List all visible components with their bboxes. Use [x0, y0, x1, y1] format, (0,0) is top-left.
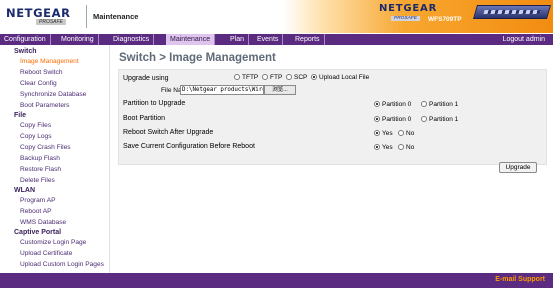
prosafe-badge: PROSAFE: [36, 19, 66, 25]
sidebar-section-file: File: [14, 112, 27, 119]
boot-partition-label: Boot Partition: [123, 115, 166, 122]
footer: E-mail Support: [0, 273, 553, 288]
upgrade-button[interactable]: Upgrade: [499, 162, 537, 173]
partition-to-upgrade-label: Partition to Upgrade: [123, 100, 186, 107]
upgrade-partition-0-radio[interactable]: [374, 101, 380, 107]
nav-configuration[interactable]: Configuration: [0, 34, 51, 45]
sidebar-item-boot-parameters[interactable]: Boot Parameters: [20, 102, 69, 109]
save-config-no-option[interactable]: No: [398, 144, 414, 151]
reboot-yes-option[interactable]: Yes: [374, 130, 393, 137]
sidebar-item-customize-login-page[interactable]: Customize Login Page: [20, 239, 86, 246]
sidebar-item-backup-flash[interactable]: Backup Flash: [20, 155, 60, 162]
sidebar-item-wms-database[interactable]: WMS Database: [20, 219, 66, 226]
scp-label: SCP: [294, 74, 308, 81]
upgrade-partition-0-label: Partition 0: [382, 101, 412, 108]
sidebar-item-copy-files[interactable]: Copy Files: [20, 122, 51, 129]
sidebar-item-upload-custom-login-pages[interactable]: Upload Custom Login Pages: [20, 261, 104, 268]
upgrade-partition-1-option[interactable]: Partition 1: [421, 101, 458, 108]
reboot-no-option[interactable]: No: [398, 130, 414, 137]
upgrade-using-label: Upgrade using: [123, 75, 169, 82]
logout-link[interactable]: Logout admin: [503, 34, 545, 45]
sidebar-item-upload-certificate[interactable]: Upload Certificate: [20, 250, 72, 257]
file-path-input[interactable]: D:\Netgear products\Wire: [180, 85, 264, 95]
sidebar-section-switch: Switch: [14, 48, 37, 55]
boot-partition-1-label: Partition 1: [429, 116, 459, 123]
upgrade-local-file-option[interactable]: Upload Local File: [311, 74, 369, 81]
upgrade-tftp-option[interactable]: TFTP: [234, 74, 258, 81]
nav-maintenance[interactable]: Maintenance: [166, 34, 216, 45]
reboot-no-radio[interactable]: [398, 130, 404, 136]
sidebar-section-wlan: WLAN: [14, 187, 35, 194]
boot-partition-0-label: Partition 0: [382, 116, 412, 123]
product-banner: NETGEAR PROSAFE WFS709TP: [283, 0, 553, 33]
upgrade-partition-1-radio[interactable]: [421, 101, 427, 107]
nav-reports[interactable]: Reports: [291, 34, 325, 45]
reboot-no-label: No: [406, 130, 415, 137]
sidebar: Switch Image Management Reboot Switch Cl…: [0, 45, 110, 273]
upgrade-partition-1-label: Partition 1: [429, 101, 459, 108]
header-divider: [86, 5, 87, 28]
save-config-label: Save Current Configuration Before Reboot: [123, 143, 255, 150]
save-config-yes-option[interactable]: Yes: [374, 144, 393, 151]
banner-brand: NETGEAR: [379, 3, 438, 14]
top-nav: Configuration Monitoring Diagnostics Mai…: [0, 34, 553, 45]
nav-plan[interactable]: Plan: [226, 34, 250, 45]
upgrade-scp-option[interactable]: SCP: [286, 74, 307, 81]
switch-device-image: [472, 5, 552, 19]
reboot-after-upgrade-label: Reboot Switch After Upgrade: [123, 129, 214, 136]
nav-events[interactable]: Events: [253, 34, 284, 45]
sidebar-item-synchronize-database[interactable]: Synchronize Database: [20, 91, 86, 98]
sidebar-item-image-management[interactable]: Image Management: [20, 58, 79, 65]
nav-monitoring[interactable]: Monitoring: [57, 34, 99, 45]
upgrade-partition-0-option[interactable]: Partition 0: [374, 101, 411, 108]
reboot-yes-label: Yes: [382, 130, 393, 137]
local-file-label: Upload Local File: [319, 74, 370, 81]
tftp-radio[interactable]: [234, 74, 240, 80]
sidebar-item-delete-files[interactable]: Delete Files: [20, 177, 55, 184]
scp-radio[interactable]: [286, 74, 292, 80]
sidebar-item-reboot-ap[interactable]: Reboot AP: [20, 208, 52, 215]
image-management-form: Upgrade using TFTP FTP SCP Upload Local …: [118, 69, 547, 165]
reboot-yes-radio[interactable]: [374, 130, 380, 136]
save-config-no-radio[interactable]: [398, 144, 404, 150]
brand-text: NETGEAR: [6, 6, 71, 20]
boot-partition-0-option[interactable]: Partition 0: [374, 116, 411, 123]
sidebar-item-clear-config[interactable]: Clear Config: [20, 80, 57, 87]
model-number: WFS709TP: [428, 16, 462, 23]
tftp-label: TFTP: [242, 74, 259, 81]
local-file-radio[interactable]: [311, 74, 317, 80]
main-content: Switch > Image Management Upgrade using …: [111, 45, 553, 273]
section-title: Maintenance: [93, 12, 139, 21]
ftp-label: FTP: [270, 74, 283, 81]
header: NETGEAR PROSAFE Maintenance NETGEAR PROS…: [0, 0, 553, 33]
sidebar-item-program-ap[interactable]: Program AP: [20, 197, 56, 204]
netgear-logo: NETGEAR PROSAFE: [6, 6, 80, 28]
sidebar-item-copy-crash-files[interactable]: Copy Crash Files: [20, 144, 71, 151]
upgrade-ftp-option[interactable]: FTP: [262, 74, 282, 81]
nav-diagnostics[interactable]: Diagnostics: [109, 34, 155, 45]
boot-partition-1-radio[interactable]: [421, 116, 427, 122]
ftp-radio[interactable]: [262, 74, 268, 80]
sidebar-item-copy-logs[interactable]: Copy Logs: [20, 133, 52, 140]
device-ports: [483, 10, 541, 14]
browse-button[interactable]: 浏览...: [264, 85, 296, 95]
sidebar-section-captive-portal: Captive Portal: [14, 229, 62, 236]
boot-partition-1-option[interactable]: Partition 1: [421, 116, 458, 123]
sidebar-item-reboot-switch[interactable]: Reboot Switch: [20, 69, 63, 76]
sidebar-item-restore-flash[interactable]: Restore Flash: [20, 166, 61, 173]
save-config-yes-radio[interactable]: [374, 144, 380, 150]
boot-partition-0-radio[interactable]: [374, 116, 380, 122]
banner-prosafe: PROSAFE: [391, 16, 420, 21]
page-title: Switch > Image Management: [119, 52, 276, 64]
save-config-no-label: No: [406, 144, 415, 151]
email-support-link[interactable]: E-mail Support: [495, 276, 545, 283]
save-config-yes-label: Yes: [382, 144, 393, 151]
